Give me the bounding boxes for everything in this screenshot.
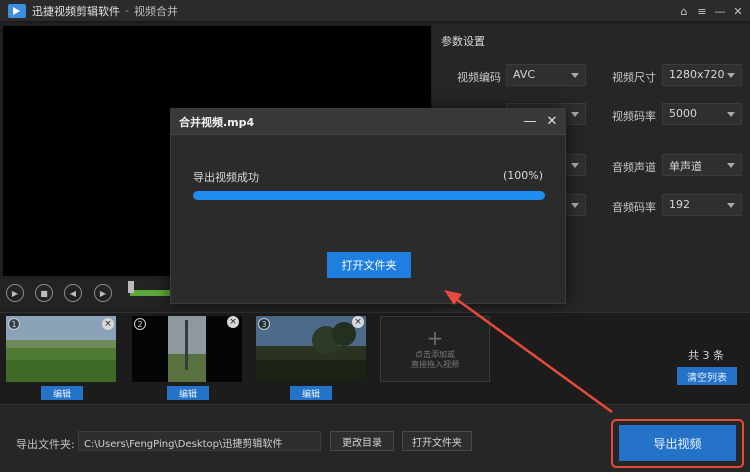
timeline-handle[interactable] — [128, 281, 134, 293]
open-folder-button[interactable]: 打开文件夹 — [402, 431, 472, 451]
clear-list-button[interactable]: 清空列表 — [677, 367, 737, 385]
add-video-box[interactable]: + 点击添加或 直接拖入视频 — [380, 316, 490, 382]
chevron-down-icon — [727, 203, 735, 208]
window-controls: ⌂ ≡ — ✕ — [676, 3, 746, 19]
add-video-line1: 点击添加或 — [415, 350, 455, 359]
clip-thumbnail-1[interactable]: 1 × — [6, 316, 116, 382]
export-percent: (100%) — [502, 169, 543, 182]
clip-number: 2 — [134, 318, 146, 330]
title-separator: - — [125, 4, 129, 17]
app-title: 迅捷视频剪辑软件 — [32, 4, 120, 18]
output-folder-label: 导出文件夹: — [16, 438, 75, 451]
edit-clip-button[interactable]: 编辑 — [167, 386, 209, 400]
video-bitrate-value: 5000 — [669, 107, 697, 120]
previous-frame-icon[interactable]: ◀ — [64, 284, 82, 302]
app-logo-icon — [8, 3, 26, 18]
clip-thumbnail-2[interactable]: 2 — [132, 316, 242, 382]
output-path-field[interactable]: C:\Users\FengPing\Desktop\迅捷剪辑软件 — [78, 431, 321, 451]
timeline-progress[interactable] — [130, 290, 175, 296]
param-label-video-size: 视频尺寸 — [612, 71, 656, 84]
menu-icon[interactable]: ≡ — [694, 3, 710, 19]
clip-thumbnail-3[interactable]: 3 — [256, 316, 366, 382]
progress-fill — [193, 191, 545, 200]
audio-bitrate-select[interactable]: 192 — [662, 194, 742, 216]
param-label-audio-bitrate: 音频码率 — [612, 201, 656, 214]
param-label-video-bitrate: 视频码率 — [612, 110, 656, 123]
video-codec-select[interactable]: AVC — [506, 64, 586, 86]
change-directory-button[interactable]: 更改目录 — [330, 431, 394, 451]
param-label-video-codec: 视频编码 — [457, 71, 501, 84]
remove-clip-icon[interactable]: × — [352, 316, 364, 328]
add-video-line2: 直接拖入视频 — [411, 360, 459, 369]
title-bar: 迅捷视频剪辑软件 - 视频合并 ⌂ ≡ — ✕ — [0, 0, 750, 22]
video-size-select[interactable]: 1280x720 — [662, 64, 742, 86]
edit-clip-button[interactable]: 编辑 — [41, 386, 83, 400]
next-frame-icon[interactable]: ▶ — [94, 284, 112, 302]
export-dialog: 合并视频.mp4 — ✕ 导出视频成功 (100%) 打开文件夹 — [170, 108, 566, 304]
minimize-icon[interactable]: — — [523, 113, 537, 129]
dialog-controls: — ✕ — [523, 113, 559, 129]
export-video-button[interactable]: 导出视频 — [619, 425, 736, 461]
dialog-title: 合并视频.mp4 — [179, 115, 255, 129]
page-name: 视频合并 — [133, 4, 178, 18]
clip-strip: 1 × 编辑 2 编辑 3 编辑 × × + 点击添加或 直接拖入视频 共 3 … — [0, 312, 750, 404]
play-icon[interactable]: ▶ — [6, 284, 24, 302]
clip-image — [256, 316, 366, 382]
remove-clip-icon[interactable]: × — [102, 318, 114, 330]
dialog-open-folder-button[interactable]: 打开文件夹 — [327, 252, 411, 278]
clip-count: 共 3 条 — [688, 349, 724, 362]
chevron-down-icon — [571, 163, 579, 168]
video-codec-value: AVC — [513, 68, 536, 81]
clip-number: 1 — [8, 318, 20, 330]
clip-image — [132, 316, 242, 382]
params-title: 参数设置 — [441, 35, 485, 48]
chevron-down-icon — [571, 73, 579, 78]
home-icon[interactable]: ⌂ — [676, 3, 692, 19]
param-label-audio-channel: 音频声道 — [612, 161, 656, 174]
progress-bar — [193, 191, 545, 200]
chevron-down-icon — [571, 112, 579, 117]
audio-channel-value: 单声道 — [669, 160, 702, 173]
dialog-header: 合并视频.mp4 — ✕ — [171, 109, 565, 135]
chevron-down-icon — [727, 112, 735, 117]
clip-number: 3 — [258, 318, 270, 330]
close-icon[interactable]: ✕ — [545, 113, 559, 129]
close-icon[interactable]: ✕ — [730, 3, 746, 19]
video-size-value: 1280x720 — [669, 68, 725, 81]
bottom-bar: 导出文件夹: C:\Users\FengPing\Desktop\迅捷剪辑软件 … — [0, 404, 750, 472]
plus-icon: + — [426, 326, 444, 350]
chevron-down-icon — [727, 163, 735, 168]
remove-clip-icon[interactable]: × — [227, 316, 239, 328]
stop-icon[interactable]: ■ — [35, 284, 53, 302]
chevron-down-icon — [727, 73, 735, 78]
edit-clip-button[interactable]: 编辑 — [290, 386, 332, 400]
export-status: 导出视频成功 — [193, 171, 259, 184]
video-bitrate-select[interactable]: 5000 — [662, 103, 742, 125]
chevron-down-icon — [571, 203, 579, 208]
minimize-icon[interactable]: — — [712, 3, 728, 19]
clip-image — [6, 316, 116, 382]
audio-channel-select[interactable]: 单声道 — [662, 154, 742, 176]
audio-bitrate-value: 192 — [669, 198, 690, 211]
